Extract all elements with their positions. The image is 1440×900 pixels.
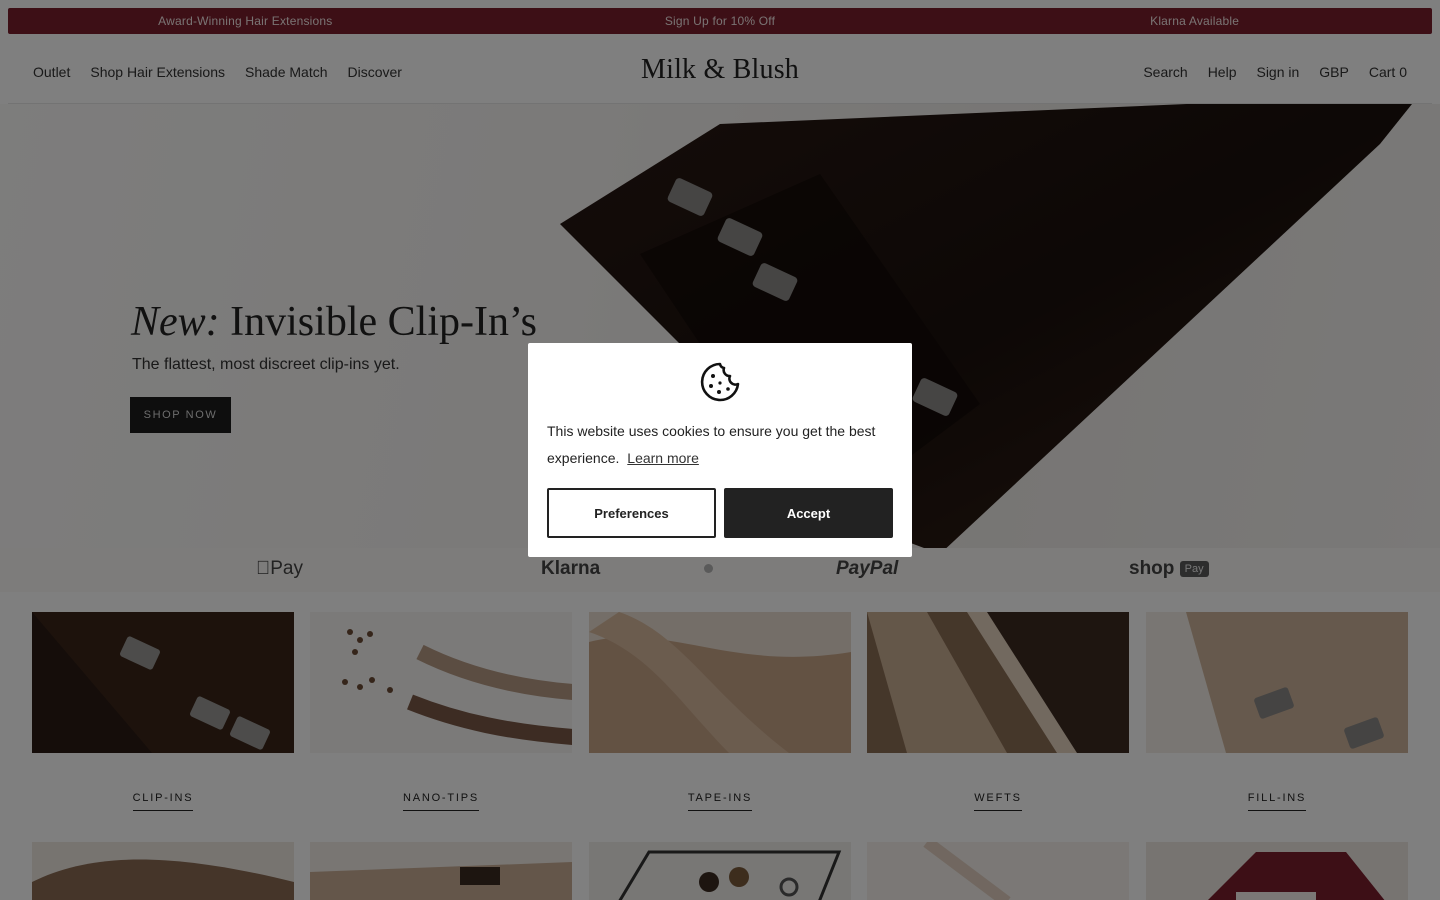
- cookie-icon: [700, 362, 740, 402]
- preferences-button[interactable]: Preferences: [547, 488, 716, 538]
- cookie-text: This website uses cookies to ensure you …: [547, 423, 876, 466]
- cookie-consent-modal: This website uses cookies to ensure you …: [528, 343, 912, 557]
- learn-more-link[interactable]: Learn more: [627, 450, 699, 466]
- carousel-dot[interactable]: [704, 564, 713, 573]
- cookie-message: This website uses cookies to ensure you …: [547, 418, 897, 472]
- accept-button[interactable]: Accept: [724, 488, 893, 538]
